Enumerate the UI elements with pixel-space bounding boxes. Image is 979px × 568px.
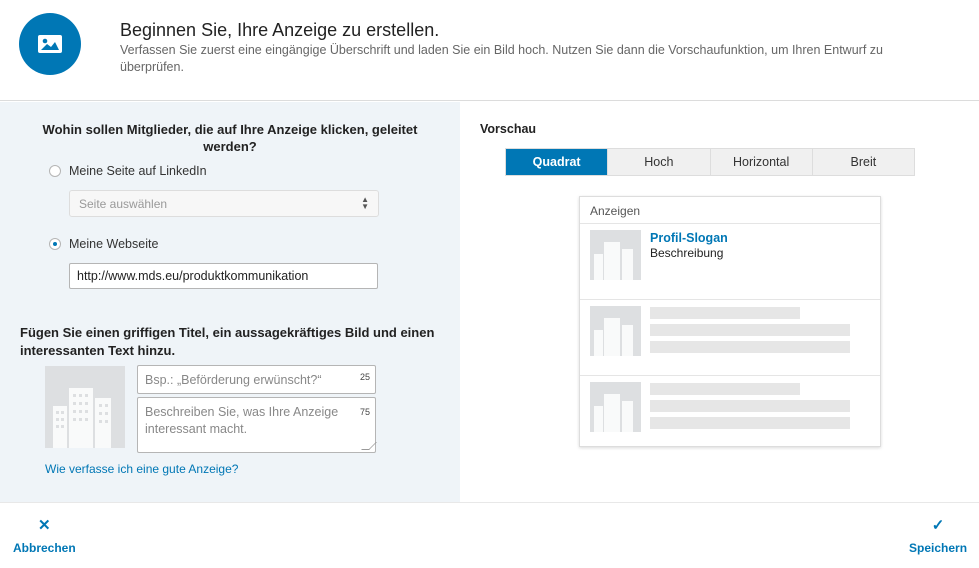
cancel-button[interactable]: ✕ Abbrechen — [13, 517, 76, 555]
building-icon — [590, 230, 641, 280]
ad-preview-title: Profil-Slogan — [650, 231, 728, 245]
building-icon — [590, 306, 641, 356]
help-link[interactable]: Wie verfasse ich eine gute Anzeige? — [45, 462, 238, 476]
ad-title-input[interactable]: Bsp.: „Beförderung erwünscht?“ 25 — [137, 365, 376, 394]
ad-preview-description: Beschreibung — [650, 246, 724, 260]
content-question: Fügen Sie einen griffigen Titel, ein aus… — [20, 325, 435, 358]
radio-linkedin-page[interactable]: Meine Seite auf LinkedIn — [49, 164, 207, 178]
preview-panel: Vorschau Quadrat Hoch Horizontal Breit A… — [460, 102, 979, 502]
radio-button-checked[interactable] — [49, 238, 61, 250]
description-char-counter: 75 — [359, 407, 370, 417]
ad-placeholder-row — [580, 300, 880, 376]
preview-label: Vorschau — [480, 122, 537, 136]
resize-handle-icon[interactable] — [361, 442, 377, 450]
footer-bar: ✕ Abbrechen ✓ Speichern — [0, 502, 979, 568]
ad-card-header: Anzeigen — [580, 197, 880, 224]
placeholder-bar — [650, 417, 850, 429]
ad-description-placeholder: Beschreiben Sie, was Ihre Anzeige intere… — [145, 405, 339, 436]
select-arrows-icon: ▲ ▼ — [361, 195, 369, 211]
ad-preview-card: Anzeigen Profil-Slogan Beschreibung — [579, 196, 881, 447]
placeholder-bar — [650, 400, 850, 412]
cancel-label: Abbrechen — [13, 541, 76, 555]
radio-button[interactable] — [49, 165, 61, 177]
select-placeholder: Seite auswählen — [79, 197, 168, 211]
placeholder-bar — [650, 307, 800, 319]
title-char-counter: 25 — [359, 372, 370, 382]
close-icon: ✕ — [38, 517, 51, 534]
building-icon — [590, 382, 641, 432]
save-button[interactable]: ✓ Speichern — [909, 517, 967, 555]
radio-label: Meine Seite auf LinkedIn — [69, 164, 207, 178]
preview-format-tabs: Quadrat Hoch Horizontal Breit — [505, 148, 915, 176]
save-label: Speichern — [909, 541, 968, 555]
url-input[interactable]: http://www.mds.eu/produktkommunikation — [69, 263, 378, 289]
ad-title-placeholder: Bsp.: „Beförderung erwünscht?“ — [145, 373, 322, 387]
ad-placeholder-row — [580, 376, 880, 452]
ad-form-panel: Wohin sollen Mitglieder, die auf Ihre An… — [0, 102, 460, 502]
page-subtitle: Verfassen Sie zuerst eine eingängige Übe… — [120, 43, 883, 74]
page-select[interactable]: Seite auswählen ▲ ▼ — [69, 190, 379, 217]
destination-question: Wohin sollen Mitglieder, die auf Ihre An… — [42, 122, 418, 154]
ad-description-textarea[interactable]: Beschreiben Sie, was Ihre Anzeige intere… — [137, 397, 377, 453]
placeholder-bar — [650, 324, 850, 336]
tab-quadrat[interactable]: Quadrat — [506, 149, 608, 175]
page-title: Beginnen Sie, Ihre Anzeige zu erstellen. — [120, 20, 440, 40]
radio-label: Meine Webseite — [69, 237, 159, 251]
page-header: Beginnen Sie, Ihre Anzeige zu erstellen.… — [0, 0, 979, 101]
tab-breit[interactable]: Breit — [811, 149, 914, 175]
checkmark-icon: ✓ — [931, 517, 945, 534]
tab-hoch[interactable]: Hoch — [607, 149, 710, 175]
image-icon — [19, 13, 81, 75]
placeholder-bar — [650, 341, 850, 353]
placeholder-bar — [650, 383, 800, 395]
image-upload-placeholder[interactable] — [45, 366, 125, 448]
tab-horizontal[interactable]: Horizontal — [709, 149, 812, 175]
ad-preview-row: Profil-Slogan Beschreibung — [580, 224, 880, 300]
radio-website[interactable]: Meine Webseite — [49, 237, 158, 251]
